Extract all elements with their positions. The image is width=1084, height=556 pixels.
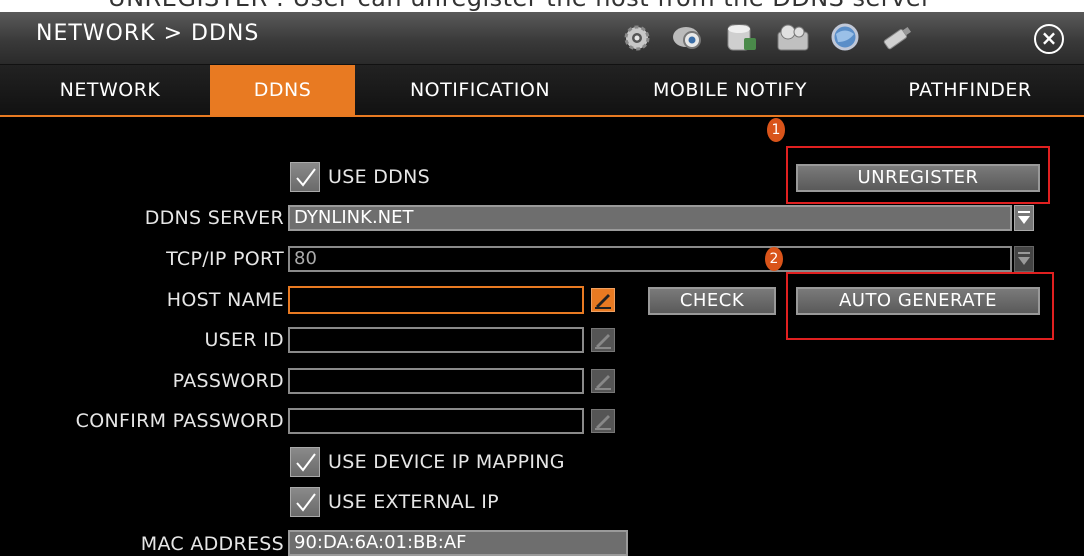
use-external-ip-checkbox[interactable]: [290, 487, 320, 517]
user-id-field[interactable]: [288, 327, 584, 353]
use-ddns-checkbox[interactable]: [290, 162, 320, 192]
tab-pathfinder[interactable]: PATHFINDER: [880, 65, 1060, 115]
mac-address-label: MAC ADDRESS: [140, 533, 284, 555]
annotation-marker-2: 2: [765, 247, 783, 271]
record-reel-icon[interactable]: [774, 22, 812, 54]
use-ddns-label: USE DDNS: [328, 166, 430, 188]
tab-notification[interactable]: NOTIFICATION: [375, 65, 585, 115]
host-name-keyboard-icon[interactable]: [591, 288, 615, 312]
annotation-marker-1: 1: [767, 118, 785, 142]
confirm-password-field[interactable]: [288, 408, 584, 434]
system-gear-icon[interactable]: [618, 22, 656, 54]
password-field[interactable]: [288, 368, 584, 394]
user-id-label: USER ID: [204, 329, 284, 351]
tab-ddns[interactable]: DDNS: [210, 65, 355, 115]
tab-network[interactable]: NETWORK: [30, 65, 190, 115]
caption-text: UNREGISTER : User can unregister the hos…: [108, 0, 932, 12]
use-device-ip-mapping-checkbox[interactable]: [290, 447, 320, 477]
confirm-password-label: CONFIRM PASSWORD: [75, 410, 284, 432]
tab-mobile-notify[interactable]: MOBILE NOTIFY: [620, 65, 840, 115]
user-id-keyboard-icon[interactable]: [591, 328, 615, 352]
use-external-ip-label: USE EXTERNAL IP: [328, 491, 499, 513]
network-globe-icon[interactable]: [826, 22, 864, 54]
caption-strip: UNREGISTER : User can unregister the hos…: [0, 0, 1084, 12]
title-bar: NETWORK > DDNS ×: [0, 12, 1084, 65]
ddns-settings-panel: 1 USE DDNS UNREGISTER DDNS SERVER DYNLIN…: [0, 117, 1084, 556]
host-name-field[interactable]: [288, 286, 584, 314]
password-label: PASSWORD: [172, 370, 284, 392]
tab-bar: NETWORK DDNS NOTIFICATION MOBILE NOTIFY …: [0, 65, 1084, 117]
mac-address-value: 90:DA:6A:01:BB:AF: [288, 530, 628, 556]
host-name-label: HOST NAME: [166, 289, 284, 311]
window-title: NETWORK > DDNS: [36, 21, 260, 46]
close-icon[interactable]: ×: [1034, 24, 1064, 54]
tcp-port-dropdown-arrow: [1014, 246, 1034, 272]
tcp-port-label: TCP/IP PORT: [166, 248, 284, 270]
ddns-server-label: DDNS SERVER: [144, 207, 284, 229]
storage-disk-icon[interactable]: [722, 22, 760, 54]
ddns-server-select[interactable]: DYNLINK.NET: [288, 205, 1012, 231]
video-camera-icon[interactable]: [670, 22, 708, 54]
usb-drive-icon[interactable]: [878, 22, 916, 54]
auto-generate-button[interactable]: AUTO GENERATE: [796, 287, 1040, 315]
password-keyboard-icon[interactable]: [591, 369, 615, 393]
check-button[interactable]: CHECK: [648, 287, 776, 315]
ddns-server-dropdown-arrow[interactable]: [1014, 205, 1034, 231]
tcp-port-field[interactable]: 80: [288, 246, 1012, 272]
unregister-button[interactable]: UNREGISTER: [796, 164, 1040, 192]
confirm-password-keyboard-icon[interactable]: [591, 409, 615, 433]
use-device-ip-mapping-label: USE DEVICE IP MAPPING: [328, 451, 565, 473]
